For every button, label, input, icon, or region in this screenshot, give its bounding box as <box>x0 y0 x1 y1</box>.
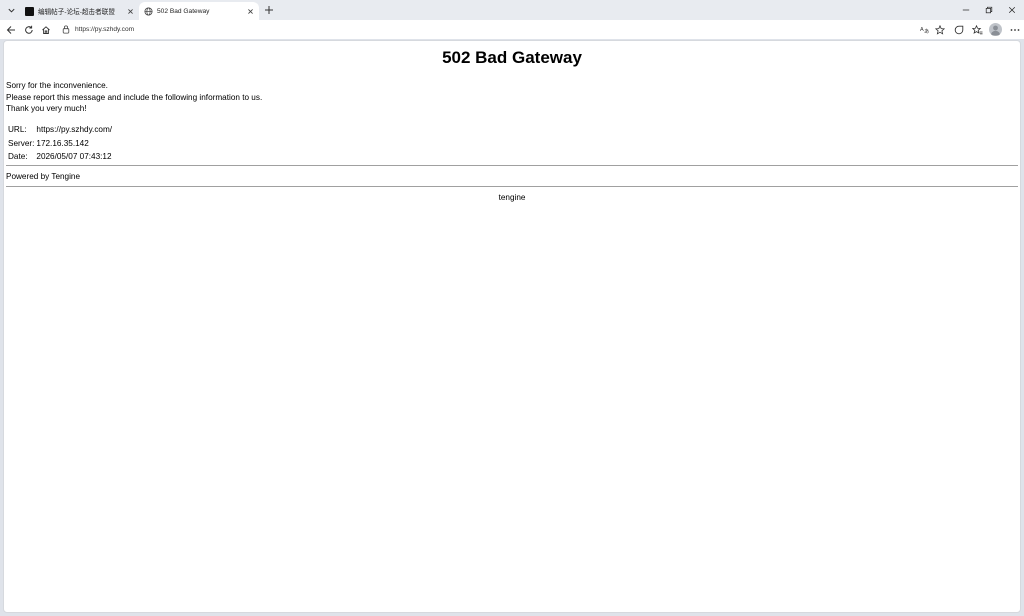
restore-button[interactable] <box>978 2 1000 18</box>
favorite-star-icon[interactable] <box>933 23 946 36</box>
home-icon <box>41 25 51 35</box>
minimize-button[interactable] <box>955 2 977 18</box>
black-square-icon <box>25 6 34 16</box>
info-row-server: Server: 172.16.35.142 <box>7 137 113 151</box>
info-label: URL: <box>8 125 27 134</box>
server-footer: tengine <box>498 193 526 202</box>
divider <box>6 186 1018 187</box>
plus-icon <box>264 5 274 15</box>
reload-button[interactable] <box>21 22 36 37</box>
tab-strip: 编辑帖子-论坛-超击者联盟 502 Bad Gateway <box>0 0 1024 20</box>
window-close-button[interactable] <box>1001 2 1023 18</box>
site-info-icon[interactable] <box>59 24 73 36</box>
info-label: Date: <box>8 152 28 161</box>
info-row-url: URL: https://py.szhdy.com/ <box>7 123 113 137</box>
reload-icon <box>24 25 34 35</box>
extensions-button[interactable] <box>951 22 966 37</box>
address-bar[interactable]: https://py.szhdy.com Aあ <box>55 22 947 37</box>
profile-avatar-icon[interactable] <box>989 23 1002 36</box>
address-url[interactable]: https://py.szhdy.com <box>75 26 134 33</box>
home-button[interactable] <box>38 22 53 37</box>
close-icon <box>247 8 254 15</box>
info-value: 172.16.35.142 <box>36 138 89 148</box>
globe-icon <box>144 6 153 16</box>
chevron-down-icon <box>7 6 16 15</box>
tab-close-button[interactable] <box>245 6 255 16</box>
back-arrow-icon <box>6 25 16 35</box>
restore-icon <box>985 6 993 14</box>
extensions-icon <box>954 25 964 35</box>
tab-close-button[interactable] <box>125 6 135 16</box>
new-tab-button[interactable] <box>262 3 276 17</box>
close-icon <box>127 8 134 15</box>
error-info-table: URL: https://py.szhdy.com/ Server: 172.1… <box>7 123 113 164</box>
tab-list-dropdown-button[interactable] <box>3 2 19 18</box>
favorites-list-icon <box>972 24 983 35</box>
info-row-date: Date: 2026/05/07 07:43:12 <box>7 150 113 164</box>
info-value: 2026/05/07 07:43:12 <box>36 152 112 161</box>
back-button[interactable] <box>3 22 18 37</box>
message-line: Thank you very much! <box>6 104 87 114</box>
message-line: Sorry for the inconvenience. <box>6 81 108 90</box>
tab-title: 编辑帖子-论坛-超击者联盟 <box>38 9 115 16</box>
favorites-button[interactable] <box>970 22 985 37</box>
close-icon <box>1008 6 1016 14</box>
powered-by-text: Powered by Tengine <box>6 172 81 181</box>
tab-edit-post[interactable]: 编辑帖子-论坛-超击者联盟 <box>20 2 139 20</box>
page-viewport: 502 Bad Gateway Sorry for the inconvenie… <box>3 40 1021 613</box>
divider <box>6 165 1018 166</box>
translate-icon[interactable]: Aあ <box>918 23 931 36</box>
browser-toolbar: https://py.szhdy.com Aあ <box>0 20 1024 39</box>
tab-title: 502 Bad Gateway <box>157 7 210 15</box>
page-title: 502 Bad Gateway <box>442 48 582 67</box>
message-line: Please report this message and include t… <box>6 92 263 102</box>
info-label: Server: <box>8 138 35 148</box>
tab-502-bad-gateway[interactable]: 502 Bad Gateway <box>139 2 259 20</box>
error-message: Sorry for the inconvenience. Please repo… <box>6 80 262 115</box>
svg-text:あ: あ <box>924 29 929 34</box>
minimize-icon <box>962 6 970 14</box>
more-menu-icon <box>1010 28 1020 32</box>
info-value: https://py.szhdy.com/ <box>36 125 113 134</box>
more-menu-button[interactable] <box>1007 22 1022 37</box>
